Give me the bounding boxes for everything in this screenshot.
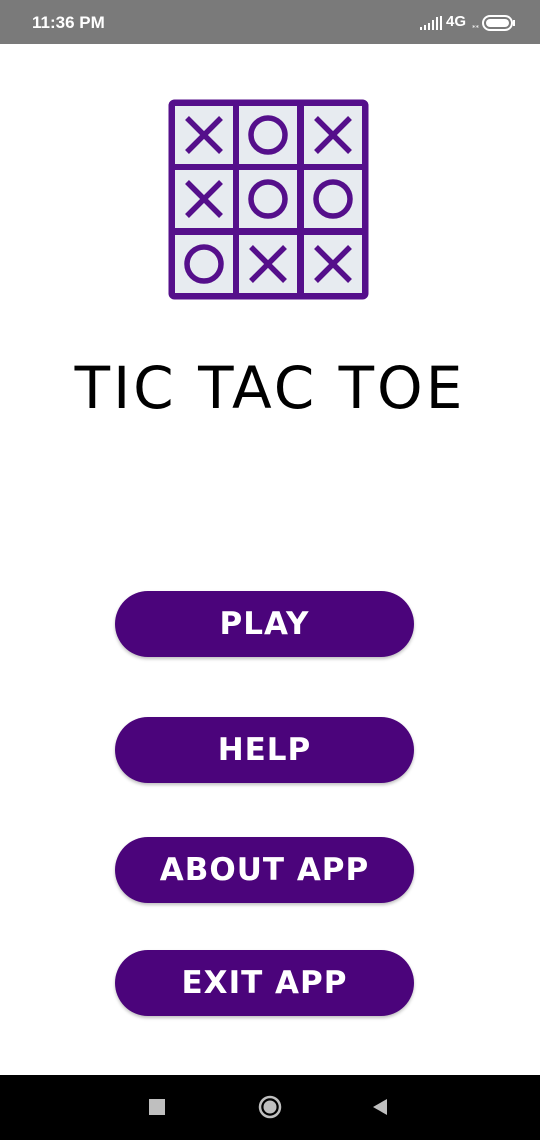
help-button[interactable]: HELP bbox=[115, 717, 414, 783]
home-icon[interactable] bbox=[258, 1095, 282, 1119]
status-bar: 11:36 PM 4G ⁎⁎ bbox=[0, 0, 540, 44]
about-app-button[interactable]: ABOUT APP bbox=[115, 837, 414, 903]
navigation-bar bbox=[0, 1075, 540, 1140]
logo-cell bbox=[239, 170, 297, 228]
tic-tac-toe-logo bbox=[168, 99, 369, 300]
logo-cell bbox=[304, 170, 362, 228]
logo-cell bbox=[239, 106, 297, 164]
status-time: 11:36 PM bbox=[32, 13, 105, 32]
network-type-label: 4G bbox=[446, 13, 467, 30]
logo-cell bbox=[175, 235, 233, 293]
signal-icon bbox=[420, 16, 442, 30]
play-button[interactable]: PLAY bbox=[115, 591, 414, 657]
exit-app-button[interactable]: EXIT APP bbox=[115, 950, 414, 1016]
recents-icon[interactable] bbox=[149, 1099, 165, 1115]
battery-icon bbox=[482, 15, 515, 31]
app-title: TIC TAC TOE bbox=[74, 354, 466, 422]
back-icon[interactable] bbox=[371, 1098, 389, 1116]
network-activity-indicator: ⁎⁎ bbox=[472, 23, 479, 30]
